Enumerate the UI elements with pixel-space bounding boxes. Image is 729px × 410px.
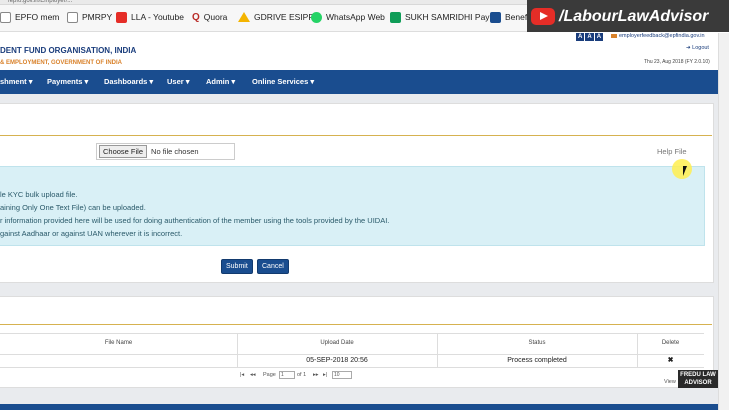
table-header: File Name Upload Date Status Delete bbox=[0, 333, 704, 355]
nav-admin[interactable]: Admin ▾ bbox=[206, 77, 235, 86]
first-page-button[interactable]: |◂ bbox=[240, 372, 244, 378]
delete-icon[interactable]: ✖ bbox=[637, 356, 704, 364]
logout-link[interactable]: ➜ Logout bbox=[686, 45, 709, 51]
upload-panel: Choose File No file chosen Help File le … bbox=[0, 103, 714, 283]
info-box: le KYC bulk upload file. aining Only One… bbox=[0, 166, 705, 246]
view-count: View bbox=[664, 379, 676, 385]
footer-bar bbox=[0, 404, 718, 410]
nav-payments[interactable]: Payments ▾ bbox=[47, 77, 88, 86]
nav-dashboards[interactable]: Dashboards ▾ bbox=[104, 77, 153, 86]
info-line: gainst Aadhaar or against UAN wherever i… bbox=[0, 229, 183, 238]
nav-establishment[interactable]: shment ▾ bbox=[0, 77, 33, 86]
address-bar-strip[interactable]: /epfo.gov.in/Employer/... bbox=[0, 0, 530, 5]
divider bbox=[0, 135, 712, 136]
cell-upload-date: 05-SEP-2018 20:56 bbox=[306, 357, 368, 364]
bookmark-quora[interactable]: Q Quora bbox=[192, 9, 227, 25]
mail-icon bbox=[611, 34, 617, 38]
whatsapp-icon bbox=[311, 11, 322, 23]
upload-results-panel: File Name Upload Date Status Delete 05-S… bbox=[0, 296, 714, 388]
bookmark-lla-youtube[interactable]: LLA - Youtube bbox=[116, 9, 184, 25]
table-row: 05-SEP-2018 20:56 Process completed ✖ bbox=[0, 355, 704, 368]
col-file-name: File Name bbox=[104, 340, 133, 346]
info-line: r information provided here will be used… bbox=[0, 216, 390, 225]
page-scrollbar[interactable] bbox=[718, 33, 729, 410]
font-size-small[interactable]: A bbox=[594, 33, 604, 41]
file-input[interactable]: Choose File No file chosen bbox=[96, 143, 235, 160]
submit-button[interactable]: Submit bbox=[221, 259, 253, 274]
rows-per-page-select[interactable]: 10 bbox=[332, 371, 352, 379]
next-page-button[interactable]: ▸▸ bbox=[313, 372, 319, 378]
choose-file-button[interactable]: Choose File bbox=[99, 145, 148, 158]
bookmark-epfo-mem[interactable]: EPFO mem bbox=[0, 9, 59, 25]
font-size-large[interactable]: A bbox=[576, 33, 585, 41]
corner-watermark: FREDU LAW ADVISOR bbox=[678, 370, 718, 388]
logout-icon: ➜ bbox=[686, 45, 691, 51]
font-size-controls: A A A bbox=[576, 33, 604, 41]
col-upload-date: Upload Date bbox=[320, 340, 354, 346]
last-page-button[interactable]: ▸| bbox=[323, 372, 327, 378]
date-version: Thu 23, Aug 2018 (FY 2.0.10) bbox=[644, 59, 710, 65]
bookmark-benef[interactable]: Benef bbox=[490, 9, 527, 25]
youtube-icon bbox=[116, 11, 127, 23]
cancel-button[interactable]: Cancel bbox=[257, 259, 289, 274]
bookmark-sukh-samridhi[interactable]: SUKH SAMRIDHI Pay bbox=[390, 9, 490, 25]
info-line: aining Only One Text File) can be upload… bbox=[0, 203, 146, 212]
page-number-input[interactable]: 1 bbox=[279, 371, 295, 379]
font-size-medium[interactable]: A bbox=[585, 33, 594, 41]
page-count: of 1 bbox=[297, 372, 307, 378]
sheet-icon bbox=[390, 11, 401, 23]
col-delete: Delete bbox=[661, 340, 680, 346]
site-header: DENT FUND ORGANISATION, INDIA & EMPLOYME… bbox=[0, 32, 729, 70]
org-name: DENT FUND ORGANISATION, INDIA bbox=[0, 46, 137, 55]
nav-online-services[interactable]: Online Services ▾ bbox=[252, 77, 314, 86]
col-status: Status bbox=[528, 340, 546, 346]
nav-user[interactable]: User ▾ bbox=[167, 77, 190, 86]
bookmark-gdrive-esipf[interactable]: GDRIVE ESIPF bbox=[238, 9, 314, 25]
bookmark-whatsapp-web[interactable]: WhatsApp Web bbox=[311, 9, 385, 25]
cell-status: Process completed bbox=[507, 357, 567, 364]
main-nav: shment ▾ Payments ▾ Dashboards ▾ User ▾ … bbox=[0, 70, 718, 94]
prev-page-button[interactable]: ◂◂ bbox=[250, 372, 256, 378]
page-icon bbox=[67, 11, 78, 23]
help-file-link[interactable]: Help File bbox=[657, 147, 687, 156]
page-label: Page bbox=[263, 372, 276, 378]
grid-icon bbox=[490, 11, 501, 23]
drive-icon bbox=[238, 12, 250, 22]
youtube-icon bbox=[531, 8, 555, 25]
cursor-highlight bbox=[672, 159, 692, 179]
table-pager: |◂ ◂◂ Page 1 of 1 ▸▸ ▸| 10 bbox=[0, 370, 704, 382]
page-icon bbox=[0, 11, 11, 23]
file-status: No file chosen bbox=[151, 147, 199, 156]
info-line: le KYC bulk upload file. bbox=[0, 190, 78, 199]
feedback-email[interactable]: employerfeedback@epfindia.gov.in bbox=[611, 33, 705, 39]
quora-icon: Q bbox=[192, 11, 200, 23]
ministry-name: & EMPLOYMENT, GOVERNMENT OF INDIA bbox=[0, 60, 123, 66]
divider bbox=[0, 324, 712, 325]
channel-watermark: /LabourLawAdvisor bbox=[527, 0, 729, 33]
bookmark-pmrpy[interactable]: PMRPY bbox=[67, 9, 112, 25]
cursor-pointer-icon bbox=[683, 166, 687, 176]
